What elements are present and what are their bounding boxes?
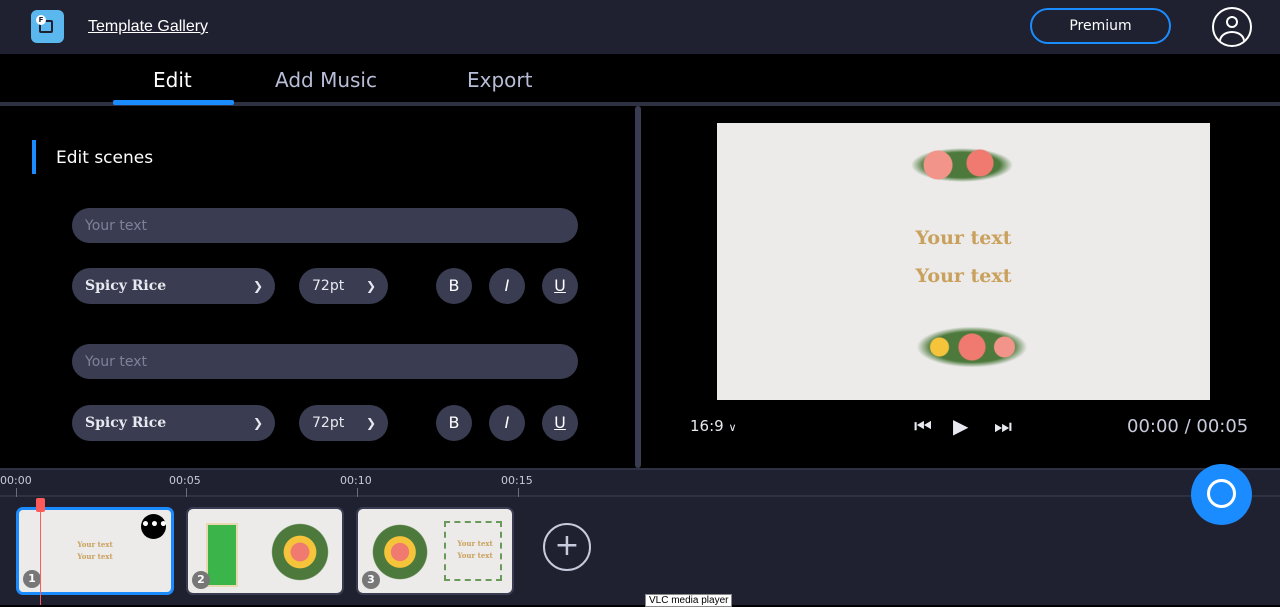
tick-mark	[16, 488, 17, 497]
section-marker	[32, 140, 36, 174]
timeline: 00:00 00:05 00:10 00:15 Your text Your t…	[0, 468, 1280, 605]
preview-text-1: Your text	[915, 227, 1012, 249]
add-scene-button[interactable]: +	[543, 523, 591, 571]
main-tabs: Edit Add Music Export	[0, 54, 1280, 106]
preview-text-2: Your text	[915, 265, 1012, 287]
tick-mark	[186, 488, 187, 497]
chat-icon	[1207, 479, 1236, 508]
top-bar: F Template Gallery Premium	[0, 0, 1280, 54]
tab-edit[interactable]: Edit	[153, 68, 192, 92]
chat-support-button[interactable]	[1191, 464, 1252, 525]
tick-mark	[518, 488, 519, 497]
tab-export[interactable]: Export	[467, 68, 532, 92]
tooltip: VLC media player	[645, 594, 733, 607]
scene-text: Your text	[457, 539, 493, 548]
chevron-down-icon: ∨	[728, 421, 737, 434]
flower-decoration-top	[902, 145, 1022, 185]
skip-next-icon[interactable]: ⏭	[994, 414, 1012, 438]
aspect-ratio-select[interactable]: 16:9 ∨	[690, 417, 737, 435]
editor-scrollbar[interactable]	[635, 106, 641, 468]
green-frame	[206, 523, 238, 587]
underline-button-1[interactable]: U	[542, 268, 578, 304]
playhead[interactable]	[36, 498, 45, 605]
scene-number: 1	[23, 570, 41, 588]
text-input-1[interactable]	[72, 208, 578, 243]
italic-button-2[interactable]: I	[489, 405, 525, 441]
text-input-2[interactable]	[72, 344, 578, 379]
chevron-down-icon: ❯	[252, 416, 263, 430]
scene-text: Your text	[77, 552, 113, 561]
chevron-down-icon: ❯	[365, 279, 376, 293]
tick-label: 00:10	[340, 474, 372, 487]
bold-button-2[interactable]: B	[436, 405, 472, 441]
more-options-button[interactable]: •••	[141, 514, 168, 539]
italic-button-1[interactable]: I	[489, 268, 525, 304]
underline-button-2[interactable]: U	[542, 405, 578, 441]
scene-number: 3	[362, 571, 380, 589]
font-select-2[interactable]: Spicy Rice ❯	[72, 405, 275, 441]
timeline-ruler[interactable]: 00:00 00:05 00:10 00:15	[0, 470, 1280, 497]
play-icon[interactable]: ▶	[953, 414, 968, 438]
tab-add-music[interactable]: Add Music	[275, 68, 377, 92]
active-tab-indicator	[113, 100, 234, 105]
playback-time: 00:00 / 00:05	[1127, 416, 1249, 437]
tick-label: 00:00	[0, 474, 32, 487]
scene-preview: Your text Your text	[717, 123, 1210, 400]
scene-thumbnail-2[interactable]: 2	[186, 507, 344, 595]
template-gallery-link[interactable]: Template Gallery	[88, 18, 208, 36]
size-select-2[interactable]: 72pt ❯	[299, 405, 388, 441]
scene-number: 2	[192, 571, 210, 589]
chevron-down-icon: ❯	[365, 416, 376, 430]
scene-text: Your text	[77, 540, 113, 549]
font-select-1[interactable]: Spicy Rice ❯	[72, 268, 275, 304]
app-logo-icon[interactable]: F	[31, 10, 64, 43]
scene-thumbnail-3[interactable]: Your text Your text 3	[356, 507, 514, 595]
skip-previous-icon[interactable]: ⏮	[914, 414, 932, 438]
flower-decoration-bottom	[907, 323, 1037, 371]
flower-heart	[266, 521, 334, 583]
user-account-icon[interactable]	[1212, 7, 1252, 47]
size-select-1[interactable]: 72pt ❯	[299, 268, 388, 304]
section-title: Edit scenes	[56, 148, 154, 168]
tick-label: 00:15	[501, 474, 533, 487]
tick-label: 00:05	[169, 474, 201, 487]
chevron-down-icon: ❯	[252, 279, 263, 293]
premium-button[interactable]: Premium	[1030, 8, 1171, 44]
tick-mark	[357, 488, 358, 497]
scene-text: Your text	[457, 551, 493, 560]
bold-button-1[interactable]: B	[436, 268, 472, 304]
